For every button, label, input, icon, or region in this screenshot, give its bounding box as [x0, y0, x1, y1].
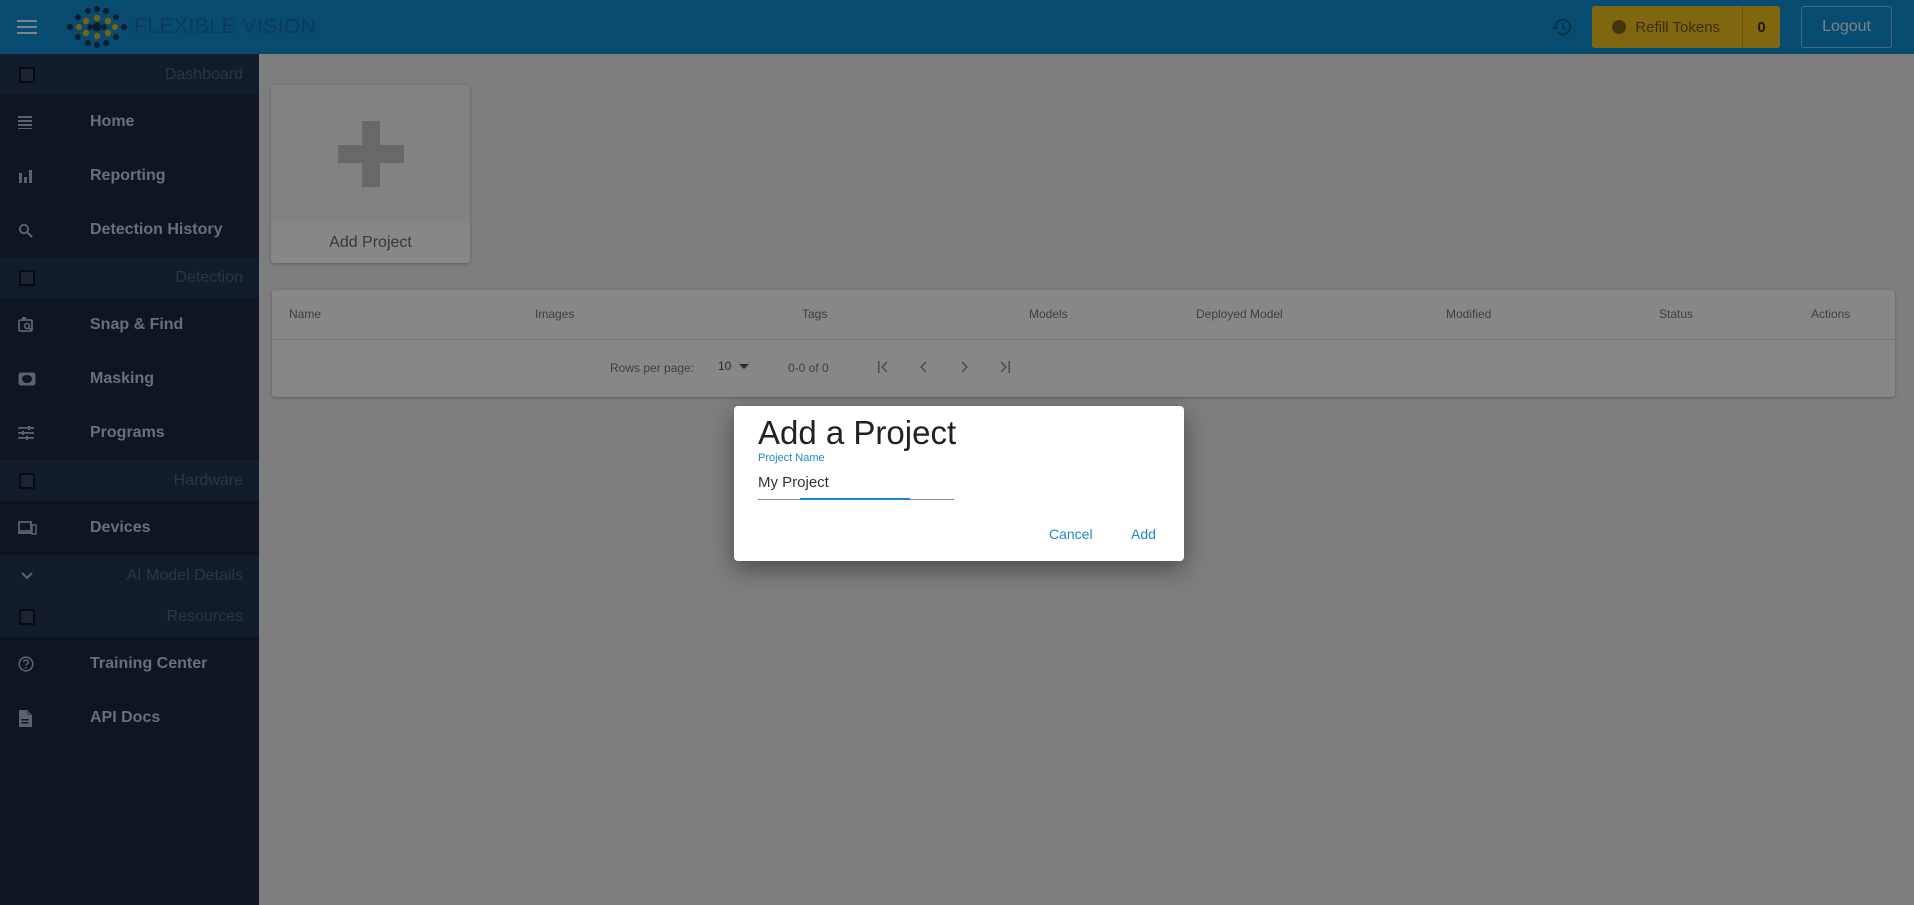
input-focus-underline: [800, 498, 910, 500]
add-project-dialog: Add a Project Project Name Cancel Add: [734, 406, 1184, 561]
project-name-label: Project Name: [758, 452, 825, 464]
dialog-title: Add a Project: [758, 414, 957, 451]
cancel-button[interactable]: Cancel: [1049, 526, 1093, 542]
project-name-input[interactable]: [758, 472, 954, 492]
add-button[interactable]: Add: [1131, 526, 1156, 542]
